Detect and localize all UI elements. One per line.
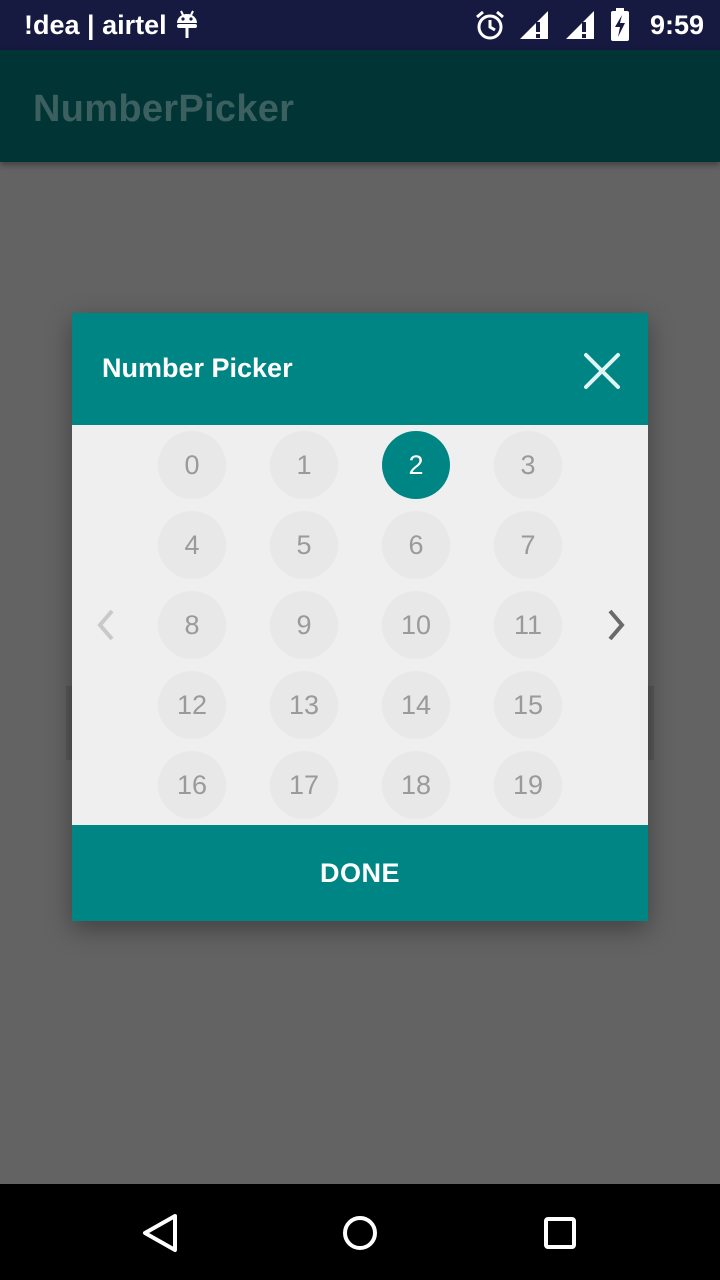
recents-icon[interactable] xyxy=(535,1208,585,1258)
number-cell[interactable]: 19 xyxy=(494,751,562,819)
number-cell[interactable]: 9 xyxy=(270,591,338,659)
number-cell[interactable]: 14 xyxy=(382,671,450,739)
home-icon[interactable] xyxy=(335,1208,385,1258)
navigation-bar xyxy=(0,1184,720,1280)
background-element xyxy=(648,686,654,760)
number-cell-selected[interactable]: 2 xyxy=(382,431,450,499)
number-cell[interactable]: 18 xyxy=(382,751,450,819)
status-bar: !dea | airtel 9:59 xyxy=(0,0,720,50)
number-grid: 0 1 2 3 4 5 6 7 8 9 10 11 12 13 14 15 16 17 18 19 xyxy=(72,425,648,825)
signal-icon xyxy=(518,9,552,41)
chevron-right-icon[interactable] xyxy=(602,605,632,645)
carrier-label: !dea | airtel xyxy=(24,10,167,40)
alarm-icon xyxy=(474,9,506,41)
app-bar: NumberPicker xyxy=(0,50,720,162)
dialog-header: Number Picker xyxy=(72,313,648,425)
number-cell[interactable]: 11 xyxy=(494,591,562,659)
number-cell[interactable]: 17 xyxy=(270,751,338,819)
back-icon[interactable] xyxy=(135,1208,185,1258)
number-cell[interactable]: 10 xyxy=(382,591,450,659)
number-cell[interactable]: 4 xyxy=(158,511,226,579)
number-cell[interactable]: 1 xyxy=(270,431,338,499)
number-cell[interactable]: 8 xyxy=(158,591,226,659)
number-cell[interactable]: 0 xyxy=(158,431,226,499)
signal-icon xyxy=(564,9,598,41)
android-icon xyxy=(175,9,199,46)
number-cell[interactable]: 7 xyxy=(494,511,562,579)
number-cell[interactable]: 13 xyxy=(270,671,338,739)
number-cell[interactable]: 6 xyxy=(382,511,450,579)
clock: 9:59 xyxy=(649,9,704,40)
battery-charging-icon xyxy=(610,8,630,42)
number-picker-dialog: Number Picker 0 1 2 3 4 5 6 7 8 9 10 11 12 13 14 15 16 17… xyxy=(72,313,648,921)
number-cell[interactable]: 15 xyxy=(494,671,562,739)
number-cell[interactable]: 16 xyxy=(158,751,226,819)
chevron-left-icon[interactable] xyxy=(90,605,120,645)
dialog-title: Number Picker xyxy=(102,353,293,383)
app-title: NumberPicker xyxy=(33,88,295,130)
number-cell[interactable]: 12 xyxy=(158,671,226,739)
number-cell[interactable]: 5 xyxy=(270,511,338,579)
status-icons: 9:59 xyxy=(474,8,704,42)
close-icon[interactable] xyxy=(580,349,624,393)
done-button[interactable]: DONE xyxy=(72,825,648,921)
number-cell[interactable]: 3 xyxy=(494,431,562,499)
